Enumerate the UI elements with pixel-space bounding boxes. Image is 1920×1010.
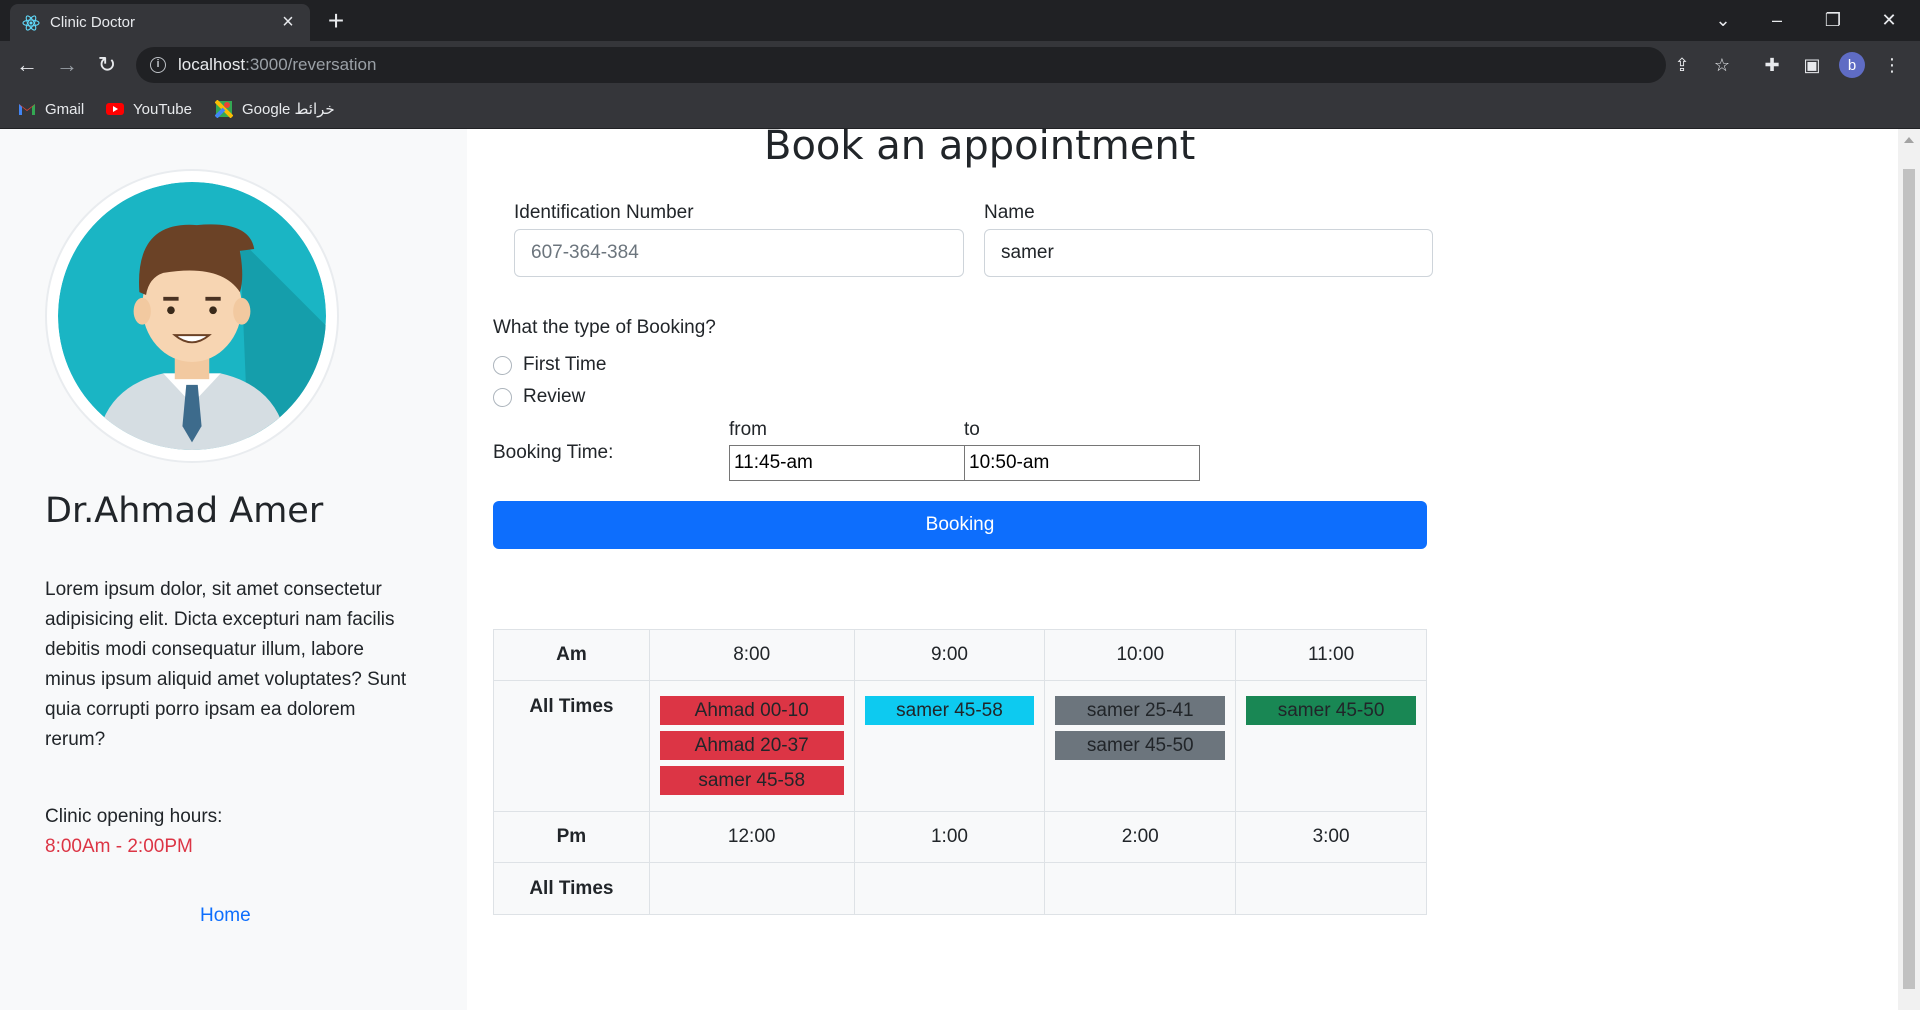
opening-hours-value: 8:00Am - 2:00PM: [45, 836, 193, 857]
bookmark-label: YouTube: [133, 100, 192, 118]
scroll-thumb[interactable]: [1903, 169, 1915, 989]
radio-review[interactable]: Review: [493, 386, 585, 408]
gmail-icon: [19, 104, 35, 115]
youtube-icon: [106, 103, 124, 115]
table-row: All Times Ahmad 00-10 Ahmad 20-37 samer …: [493, 680, 1427, 812]
restore-button[interactable]: ❐: [1806, 0, 1860, 41]
bookmark-star-icon[interactable]: ☆: [1704, 47, 1740, 83]
table-row: All Times: [493, 862, 1427, 915]
radio-button[interactable]: [493, 387, 512, 407]
booking-slot[interactable]: samer 45-50: [1246, 696, 1416, 725]
id-number-input[interactable]: 607-364-384: [514, 229, 964, 277]
all-times-label: All Times: [493, 862, 650, 915]
close-tab-icon[interactable]: ×: [278, 11, 298, 34]
slot-cell: samer 45-58: [853, 680, 1046, 812]
slot-cell: samer 45-50: [1235, 680, 1427, 812]
doctor-illustration-icon: [58, 182, 326, 450]
browser-tab[interactable]: Clinic Doctor ×: [10, 4, 310, 41]
extensions-puzzle-icon[interactable]: ✚: [1754, 47, 1790, 83]
bookmark-google-maps[interactable]: Google خرائط: [215, 97, 335, 121]
tab-title: Clinic Doctor: [50, 14, 136, 31]
url-path: :3000/reversation: [245, 55, 377, 74]
pm-header: Pm: [493, 811, 650, 863]
booking-slot[interactable]: samer 45-50: [1055, 731, 1226, 760]
to-time-input[interactable]: 10:50-am: [964, 445, 1200, 481]
table-row: Am 8:00 9:00 10:00 11:00: [493, 629, 1427, 681]
bookmark-youtube[interactable]: YouTube: [106, 97, 192, 121]
reload-icon[interactable]: ↻: [89, 47, 125, 83]
booking-type-question: What the type of Booking?: [493, 317, 716, 338]
bookmark-gmail[interactable]: Gmail: [18, 97, 84, 121]
url-host: localhost: [178, 55, 246, 74]
site-info-icon[interactable]: i: [150, 57, 166, 73]
profile-avatar[interactable]: b: [1834, 47, 1870, 83]
slot-cell: Ahmad 00-10 Ahmad 20-37 samer 45-58: [648, 680, 855, 812]
hour-header: 9:00: [853, 629, 1046, 681]
doctor-description: Lorem ipsum dolor, sit amet consectetur …: [45, 579, 407, 750]
close-window-button[interactable]: ✕: [1862, 0, 1916, 41]
slot-cell: [1044, 862, 1237, 915]
hour-header: 2:00: [1044, 811, 1237, 863]
hour-header: 10:00: [1044, 629, 1237, 681]
id-number-label: Identification Number: [514, 202, 694, 223]
hour-header: 1:00: [853, 811, 1046, 863]
booking-button[interactable]: Booking: [493, 501, 1427, 549]
bookmarks-bar: Gmail YouTube Google خرائط: [0, 89, 1920, 129]
new-tab-button[interactable]: +: [320, 7, 352, 36]
doctor-avatar: [45, 169, 339, 463]
radio-first-time[interactable]: First Time: [493, 354, 606, 376]
schedule-table: Am 8:00 9:00 10:00 11:00 All Times Ahmad…: [493, 629, 1427, 915]
home-link[interactable]: Home: [200, 905, 251, 927]
address-bar[interactable]: i localhost:3000/reversation: [136, 47, 1666, 83]
from-label: from: [729, 419, 767, 440]
react-icon: [22, 14, 40, 32]
am-header: Am: [493, 629, 650, 681]
slot-cell: [853, 862, 1046, 915]
radio-label: Review: [523, 386, 586, 407]
hour-header: 8:00: [648, 629, 855, 681]
hour-header: 11:00: [1235, 629, 1427, 681]
scroll-up-arrow-icon[interactable]: [1904, 137, 1914, 143]
to-label: to: [964, 419, 980, 440]
slot-cell: samer 25-41 samer 45-50: [1044, 680, 1237, 812]
tab-search-chevron-icon[interactable]: ⌄: [1696, 0, 1750, 41]
page-viewport: Dr.Ahmad Amer Lorem ipsum dolor, sit ame…: [0, 129, 1898, 1010]
slot-cell: [1235, 862, 1427, 915]
share-icon[interactable]: ⇪: [1664, 47, 1700, 83]
google-maps-icon: [215, 100, 233, 118]
hour-header: 12:00: [648, 811, 855, 863]
booking-slot[interactable]: Ahmad 00-10: [659, 696, 844, 725]
booking-slot[interactable]: Ahmad 20-37: [659, 731, 844, 760]
booking-slot[interactable]: samer 45-58: [659, 766, 844, 795]
side-panel-icon[interactable]: ▣: [1794, 47, 1830, 83]
kebab-menu-icon[interactable]: ⋮: [1874, 47, 1910, 83]
minimize-button[interactable]: –: [1750, 0, 1804, 41]
forward-arrow-icon[interactable]: →: [49, 47, 85, 83]
page-scrollbar[interactable]: [1898, 129, 1920, 1010]
name-input[interactable]: samer: [984, 229, 1433, 277]
all-times-label: All Times: [493, 680, 650, 812]
booking-slot[interactable]: samer 25-41: [1055, 696, 1226, 725]
back-arrow-icon[interactable]: ←: [9, 47, 45, 83]
doctor-sidebar: Dr.Ahmad Amer Lorem ipsum dolor, sit ame…: [0, 129, 467, 1010]
from-time-input[interactable]: 11:45-am: [729, 445, 965, 481]
bookmark-label: Google خرائط: [242, 101, 335, 118]
opening-hours-label: Clinic opening hours:: [45, 806, 223, 827]
hour-header: 3:00: [1235, 811, 1427, 863]
slot-cell: [648, 862, 855, 915]
name-label: Name: [984, 202, 1035, 223]
bookmark-label: Gmail: [45, 100, 85, 118]
browser-toolbar: ← → ↻ i localhost:3000/reversation ⇪ ☆ ✚…: [0, 41, 1920, 89]
browser-tab-bar: Clinic Doctor × + ⌄ – ❐ ✕: [0, 0, 1920, 41]
table-row: Pm 12:00 1:00 2:00 3:00: [493, 811, 1427, 863]
page-title: Book an appointment: [764, 129, 1196, 169]
doctor-name: Dr.Ahmad Amer: [45, 491, 324, 531]
radio-label: First Time: [523, 354, 607, 375]
booking-time-label: Booking Time:: [493, 442, 614, 463]
radio-button[interactable]: [493, 355, 512, 375]
booking-slot[interactable]: samer 45-58: [864, 696, 1035, 725]
